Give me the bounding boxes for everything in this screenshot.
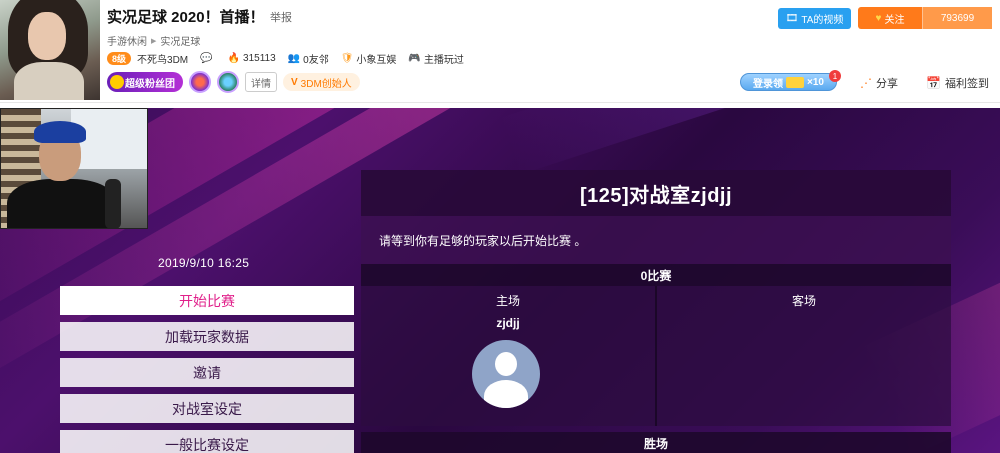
report-link[interactable]: 举报	[270, 9, 292, 25]
gamepad-icon: 🎮	[408, 53, 421, 64]
globe-medal-icon[interactable]	[217, 71, 239, 93]
follow-button[interactable]: ♥ 关注 793699	[858, 7, 992, 29]
guild-link[interactable]: 🛡 小象互娱	[341, 51, 397, 66]
webcam-overlay	[0, 108, 148, 229]
follower-count: 793699	[922, 7, 992, 29]
calendar-icon: 📅	[926, 76, 941, 90]
breadcrumb-game[interactable]: 实况足球	[160, 33, 200, 48]
stream-header: 实况足球 2020！首播！ 举报 手游休闲 ▶ 实况足球 8级 不死鸟3DM 💬…	[0, 0, 1000, 103]
login-reward-button[interactable]: 登录领 ×10	[740, 73, 837, 91]
streamer-name[interactable]: 不死鸟3DM	[137, 51, 188, 66]
home-label: 主场	[495, 294, 520, 308]
breadcrumb: 手游休闲 ▶ 实况足球	[107, 33, 200, 48]
streamer-avatar[interactable]	[0, 0, 100, 100]
detail-button[interactable]: 详情	[245, 72, 277, 92]
heart-icon: ♥	[875, 12, 882, 24]
share-icon: ⋰	[860, 76, 872, 90]
coin-icon	[786, 76, 805, 88]
played-games[interactable]: 🎮 主播玩过	[408, 51, 463, 66]
level-badge: 8级	[107, 52, 132, 65]
signin-button[interactable]: 📅 福利签到	[926, 75, 989, 91]
founder-badge: V 3DM创始人	[283, 73, 360, 91]
share-button[interactable]: ⋰ 分享	[860, 75, 898, 91]
menu-invite[interactable]: 邀请	[60, 358, 354, 387]
room-message: 请等到你有足够的玩家以后开始比赛 。	[361, 216, 951, 264]
wins-label: 胜场	[361, 432, 951, 453]
hot-count: 🔥 315113	[227, 53, 276, 64]
chat-icon[interactable]: 💬	[200, 53, 215, 64]
friends-count[interactable]: 👥 0友邻	[288, 51, 329, 66]
room-title: [125]对战室zjdjj	[361, 170, 951, 216]
home-player-name: zjdjj	[496, 316, 520, 330]
menu-room-settings[interactable]: 对战室设定	[60, 394, 354, 423]
film-icon: 🎞	[785, 13, 799, 24]
notification-badge: 1	[829, 70, 841, 82]
player-avatar-icon	[472, 340, 540, 408]
fan-club-badge[interactable]: 超级粉丝团	[107, 72, 183, 92]
badge-row: 超级粉丝团 详情 V 3DM创始人	[107, 71, 360, 93]
game-menu: 开始比赛 加载玩家数据 邀请 对战室设定 一般比赛设定	[60, 286, 354, 453]
menu-start-match[interactable]: 开始比赛	[60, 286, 354, 315]
teams: 主场 zjdjj 客场	[361, 286, 951, 426]
menu-match-settings[interactable]: 一般比赛设定	[60, 430, 354, 453]
home-team-slot[interactable]: 主场 zjdjj	[361, 286, 657, 426]
streamer-info: 8级 不死鸟3DM 💬 🔥 315113 👥 0友邻 🛡 小象互娱 🎮 主播玩过	[107, 51, 476, 66]
breadcrumb-category[interactable]: 手游休闲	[107, 33, 147, 48]
medal-icon[interactable]	[189, 71, 211, 93]
room-panel: [125]对战室zjdjj 请等到你有足够的玩家以后开始比赛 。 0比赛 主场 …	[361, 170, 951, 453]
away-label: 客场	[791, 294, 816, 308]
flame-icon: 🔥	[227, 53, 241, 64]
ta-video-button[interactable]: 🎞 TA的视频	[778, 8, 851, 29]
game-timestamp: 2019/9/10 16:25	[158, 256, 250, 270]
shield-icon: 🛡	[340, 53, 354, 64]
away-team-slot[interactable]: 客场	[657, 286, 951, 426]
stream-title: 实况足球 2020！首播！	[107, 9, 265, 26]
match-count: 0比赛	[361, 264, 951, 286]
menu-load-player-data[interactable]: 加载玩家数据	[60, 322, 354, 351]
v-icon: V	[291, 76, 298, 88]
people-icon: 👥	[287, 53, 301, 64]
chevron-right-icon: ▶	[151, 37, 157, 45]
